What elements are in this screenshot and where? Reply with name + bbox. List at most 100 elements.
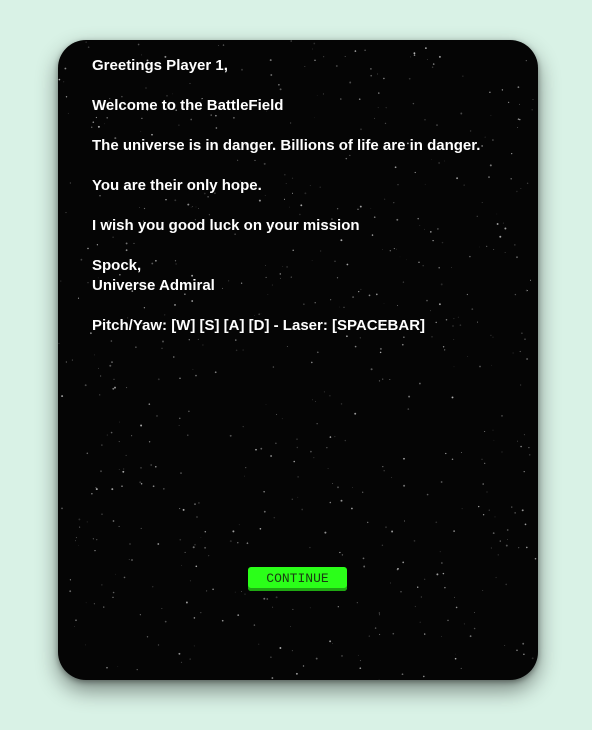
star	[441, 562, 443, 564]
star	[270, 455, 273, 457]
star	[276, 414, 278, 415]
star	[193, 645, 195, 647]
star	[310, 450, 312, 453]
star	[359, 667, 362, 670]
star	[58, 342, 60, 345]
star	[179, 538, 182, 541]
star	[379, 351, 382, 354]
star	[263, 510, 266, 513]
star	[526, 182, 529, 185]
star	[137, 43, 140, 46]
star	[78, 518, 81, 521]
star	[418, 382, 421, 385]
star	[71, 359, 73, 361]
star	[155, 466, 157, 468]
star	[64, 67, 67, 70]
star	[451, 396, 454, 399]
star	[150, 464, 153, 466]
star	[453, 339, 455, 341]
star	[313, 42, 316, 45]
star	[436, 573, 439, 576]
star	[311, 399, 313, 401]
star	[140, 527, 142, 529]
star	[492, 532, 495, 534]
star	[184, 551, 186, 553]
star	[208, 555, 210, 557]
star	[101, 584, 103, 586]
star	[163, 488, 165, 490]
star	[189, 658, 191, 660]
star	[78, 545, 79, 546]
star	[194, 543, 196, 546]
star	[75, 537, 77, 539]
star	[419, 621, 421, 623]
star	[402, 561, 405, 564]
star	[187, 434, 189, 436]
star	[417, 586, 419, 588]
star	[97, 367, 99, 369]
star	[93, 603, 95, 605]
star	[451, 458, 454, 460]
star	[453, 530, 455, 532]
star	[424, 633, 426, 635]
star	[200, 611, 202, 614]
star	[453, 366, 455, 368]
star	[379, 347, 382, 350]
star	[522, 642, 525, 645]
star	[65, 212, 67, 214]
star	[179, 417, 181, 420]
star	[491, 364, 493, 366]
star	[259, 528, 262, 530]
star	[467, 355, 469, 358]
continue-button[interactable]: CONTINUE	[248, 567, 347, 591]
star	[58, 78, 61, 81]
star	[329, 640, 332, 643]
star	[74, 626, 75, 627]
star	[341, 655, 343, 657]
star	[234, 591, 236, 593]
star	[110, 340, 113, 342]
star	[179, 508, 181, 510]
star	[101, 444, 103, 446]
star	[87, 282, 89, 284]
intro-panel: Greetings Player 1, Welcome to the Battl…	[58, 40, 538, 680]
star	[204, 530, 207, 533]
star	[139, 614, 141, 616]
star	[520, 445, 522, 448]
star	[194, 503, 196, 505]
star	[379, 633, 381, 636]
star	[523, 470, 525, 473]
mission-briefing: Greetings Player 1, Welcome to the Battl…	[92, 56, 522, 336]
star	[188, 339, 190, 341]
star	[293, 460, 295, 463]
star	[96, 539, 98, 541]
star	[463, 623, 465, 625]
star	[389, 378, 391, 381]
star	[401, 343, 404, 346]
star	[94, 354, 95, 356]
star	[519, 350, 521, 353]
star	[530, 279, 531, 281]
star	[368, 635, 370, 637]
star	[281, 418, 283, 420]
star	[354, 345, 357, 348]
star	[337, 606, 339, 608]
star	[286, 346, 288, 347]
star	[424, 578, 426, 580]
star	[100, 470, 102, 473]
star	[271, 677, 274, 679]
star	[501, 451, 503, 453]
star	[129, 543, 131, 545]
star	[272, 366, 275, 368]
star	[67, 112, 69, 114]
star	[374, 627, 377, 629]
star	[65, 96, 68, 98]
star	[63, 81, 65, 83]
star	[253, 624, 256, 626]
star	[289, 625, 291, 627]
star	[181, 565, 182, 567]
star	[481, 458, 483, 460]
star	[362, 557, 365, 560]
star	[180, 472, 182, 474]
star	[525, 60, 527, 62]
